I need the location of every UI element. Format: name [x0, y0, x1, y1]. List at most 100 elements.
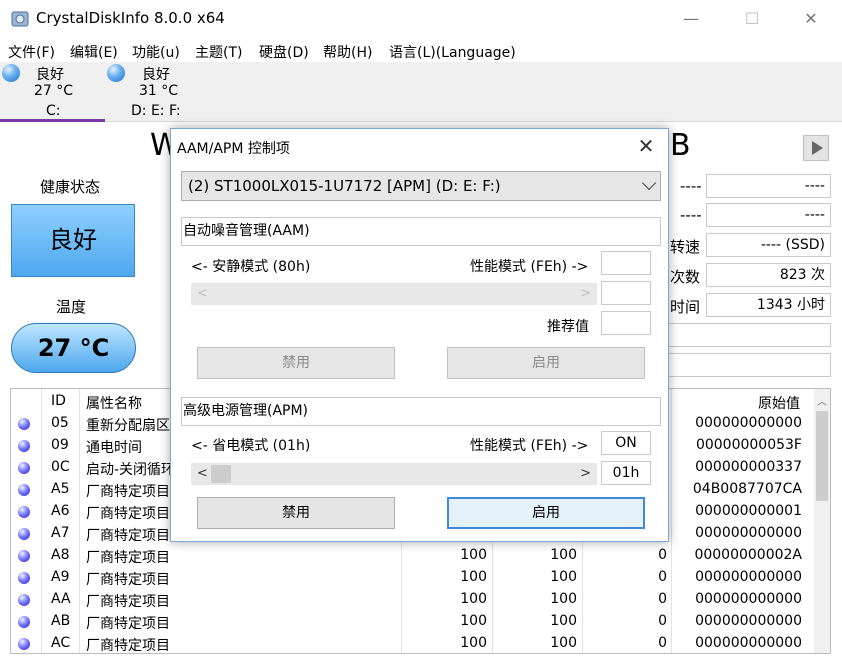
cell-worst: 100: [550, 547, 577, 563]
menu-edit[interactable]: 编辑(E): [70, 42, 118, 62]
drive-letter-field: [668, 353, 831, 377]
cell-name: 通电时间: [86, 440, 142, 456]
chevron-right-icon: >: [580, 466, 591, 481]
status-good-icon: [2, 64, 20, 82]
chevron-left-icon: <: [197, 286, 208, 301]
table-scrollbar[interactable]: ︿: [814, 389, 830, 653]
apm-performance-label: 性能模式 (FEh) ->: [470, 438, 589, 454]
power-count-label: 次数: [670, 268, 701, 286]
status-dot-icon: [18, 418, 30, 430]
health-label: 健康状态: [40, 178, 101, 196]
dialog-close-button[interactable]: ✕: [636, 134, 656, 158]
cell-threshold: 0: [658, 613, 667, 629]
scroll-thumb[interactable]: [816, 411, 828, 501]
cell-id: AC: [51, 635, 71, 651]
aam-header: 自动噪音管理(AAM): [181, 217, 661, 246]
aam-slider[interactable]: < >: [191, 283, 597, 305]
drive-select-value: (2) ST1000LX015-1U7172 [APM] (D: E: F:): [188, 177, 501, 195]
next-disk-button[interactable]: [803, 135, 829, 161]
cell-raw: 000000000000: [695, 635, 802, 651]
col-raw-header[interactable]: 原始值: [758, 393, 800, 413]
menu-disk[interactable]: 硬盘(D): [259, 42, 309, 62]
table-row[interactable]: A9 厂商特定项目 100 100 0 000000000000: [11, 567, 816, 589]
cell-threshold: 0: [658, 569, 667, 585]
cell-current: 100: [460, 591, 487, 607]
aam-enable-button[interactable]: 启用: [447, 347, 645, 379]
cell-raw: 000000000337: [695, 459, 802, 475]
aam-recommend-value: [601, 311, 651, 335]
cell-worst: 100: [550, 613, 577, 629]
maximize-button[interactable]: ☐: [741, 8, 763, 30]
power-count-value: 823 次: [706, 263, 831, 287]
cell-id: AB: [51, 613, 71, 629]
cell-raw: 000000000000: [695, 525, 802, 541]
rotation-value: ---- (SSD): [706, 233, 831, 257]
aam-disable-button[interactable]: 禁用: [197, 347, 395, 379]
apm-slider-thumb[interactable]: [211, 465, 231, 483]
close-button[interactable]: ✕: [800, 8, 822, 30]
col-name-header[interactable]: 属性名称: [86, 393, 142, 413]
status-good-icon: [107, 64, 125, 82]
apm-enable-button[interactable]: 启用: [447, 497, 645, 529]
menu-help[interactable]: 帮助(H): [323, 42, 372, 62]
cell-raw: 000000000000: [695, 613, 802, 629]
minimize-button[interactable]: —: [680, 8, 702, 30]
table-row[interactable]: AC 厂商特定项目 100 100 0 000000000000: [11, 633, 816, 653]
rotation-label: 转速: [670, 238, 701, 256]
cell-id: A6: [51, 503, 70, 519]
status-dot-icon: [18, 528, 30, 540]
disk-status: 良好: [142, 67, 170, 83]
aam-recommend-label: 推荐值: [547, 319, 589, 335]
table-row[interactable]: AB 厂商特定项目 100 100 0 000000000000: [11, 611, 816, 633]
menu-language[interactable]: 语言(L)(Language): [389, 42, 516, 62]
cell-id: A8: [51, 547, 70, 563]
aam-current-value: [601, 251, 651, 275]
table-row[interactable]: A8 厂商特定项目 100 100 0 00000000002A: [11, 545, 816, 567]
col-id-header[interactable]: ID: [51, 393, 66, 409]
menu-file[interactable]: 文件(F): [8, 42, 55, 62]
disk-temp: 31 °C: [139, 83, 179, 99]
cell-id: A9: [51, 569, 70, 585]
scroll-up-icon[interactable]: ︿: [817, 393, 827, 408]
cell-current: 100: [460, 635, 487, 651]
apm-state: ON: [601, 431, 651, 455]
chevron-down-icon: [641, 175, 657, 191]
cell-raw: 04B0087707CA: [692, 481, 802, 497]
cell-worst: 100: [550, 591, 577, 607]
app-icon: [11, 11, 29, 27]
status-dot-icon: [18, 462, 30, 474]
menu-theme[interactable]: 主题(T): [195, 42, 242, 62]
aam-quiet-label: <- 安静模式 (80h): [191, 259, 311, 275]
aam-slider-value: [601, 281, 651, 305]
menu-function[interactable]: 功能(u): [132, 42, 180, 62]
apm-powersave-label: <- 省电模式 (01h): [191, 438, 311, 454]
aam-apm-dialog: AAM/APM 控制项 ✕ (2) ST1000LX015-1U7172 [AP…: [170, 128, 669, 542]
cell-name: 厂商特定项目: [86, 506, 170, 522]
status-dot-icon: [18, 440, 30, 452]
cell-current: 100: [460, 613, 487, 629]
cell-raw: 00000000053F: [695, 437, 802, 453]
health-status-button[interactable]: 良好: [11, 204, 135, 277]
disk-selector-bar: 良好 27 °C C: 良好 31 °C D: E: F:: [0, 62, 842, 122]
temperature-label: 温度: [56, 298, 87, 316]
cell-name: 厂商特定项目: [86, 528, 170, 544]
cell-threshold: 0: [658, 591, 667, 607]
apm-slider[interactable]: < >: [191, 463, 597, 485]
cell-id: 05: [51, 415, 69, 431]
cell-id: 0C: [51, 459, 70, 475]
drive-select[interactable]: (2) ST1000LX015-1U7172 [APM] (D: E: F:): [181, 171, 661, 201]
window-title: CrystalDiskInfo 8.0.0 x64: [36, 9, 225, 27]
temperature-button[interactable]: 27 °C: [11, 323, 136, 373]
menu-bar: 文件(F) 编辑(E) 功能(u) 主题(T) 硬盘(D) 帮助(H) 语言(L…: [0, 38, 842, 62]
aam-performance-label: 性能模式 (FEh) ->: [470, 259, 589, 275]
cell-threshold: 0: [658, 635, 667, 651]
apm-disable-button[interactable]: 禁用: [197, 497, 395, 529]
table-row[interactable]: AA 厂商特定项目 100 100 0 000000000000: [11, 589, 816, 611]
cell-id: AA: [51, 591, 71, 607]
info-pre-1: ----: [680, 177, 702, 195]
cell-name: 启动-关闭循环: [86, 462, 176, 478]
status-dot-icon: [18, 594, 30, 606]
status-dot-icon: [18, 506, 30, 518]
cell-name: 重新分配扇区: [86, 418, 170, 434]
cell-id: 09: [51, 437, 69, 453]
